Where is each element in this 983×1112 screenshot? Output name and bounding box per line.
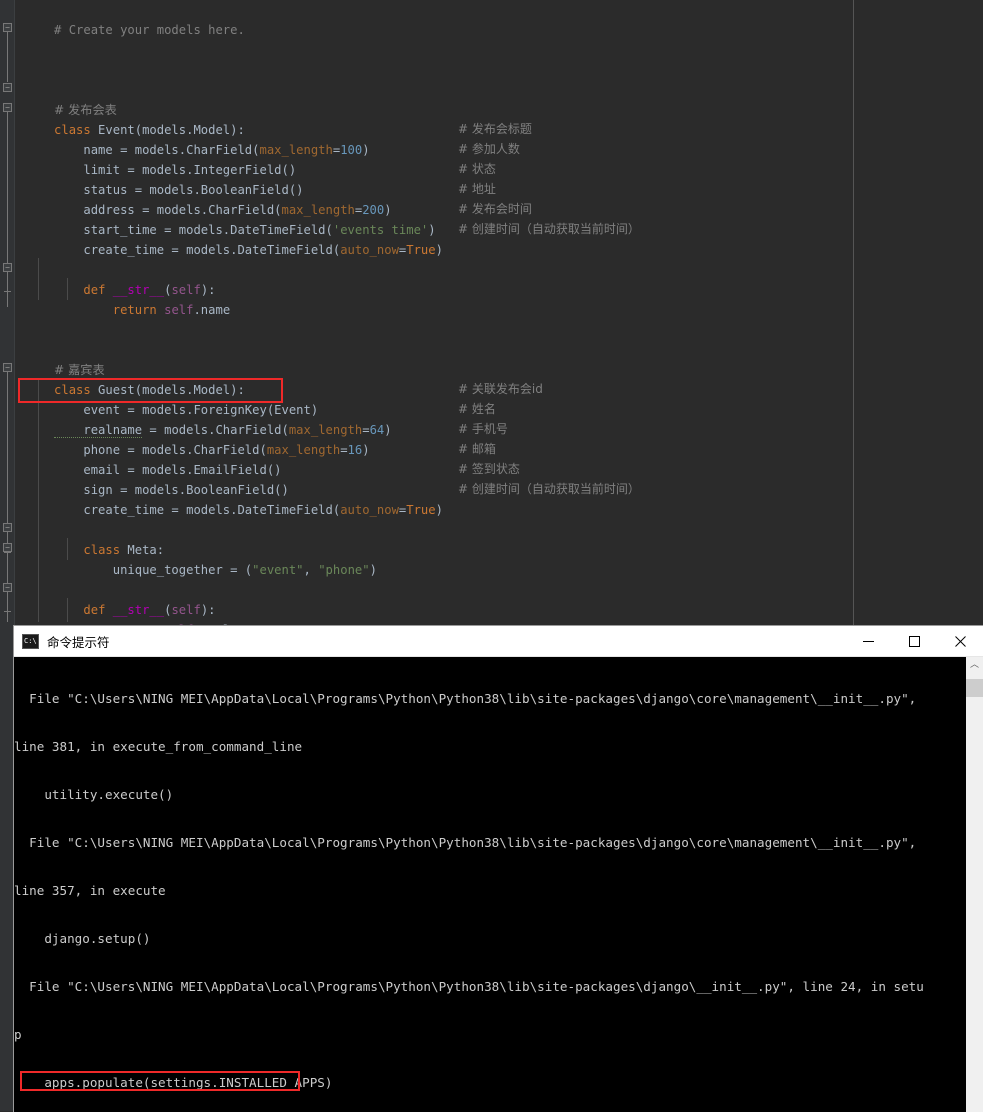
attr-name: .name	[193, 303, 231, 317]
field-create-time: create_time = models.DateTimeField(	[54, 243, 341, 257]
code-line[interactable]: unique_together = ("event", "phone")	[0, 540, 377, 577]
code-line[interactable]: phone = models.CharField(max_length=16)	[0, 420, 369, 457]
paren: )	[384, 423, 392, 437]
console-line: apps.populate(settings.INSTALLED_APPS)	[14, 1075, 333, 1090]
console-line: File "C:\Users\NING MEI\AppData\Local\Pr…	[14, 979, 924, 994]
string-event: "event"	[252, 563, 304, 577]
string-phone: "phone"	[318, 563, 370, 577]
code-line[interactable]: def __str__(self):	[0, 580, 215, 617]
code-line[interactable]: create_time = models.DateTimeField(auto_…	[0, 480, 443, 517]
code-line[interactable]: return self.realname	[0, 600, 260, 626]
console-output-area[interactable]: File "C:\Users\NING MEI\AppData\Local\Pr…	[14, 657, 983, 1112]
scroll-up-arrow-icon[interactable]: ︿	[966, 657, 983, 674]
console-scrollbar[interactable]: ︿	[966, 657, 983, 1112]
window-title: 命令提示符	[47, 634, 110, 650]
side-comment: # 姓名	[458, 400, 496, 417]
code-line[interactable]: start_time = models.DateTimeField('event…	[0, 200, 435, 237]
side-comment-text: # 状态	[458, 162, 496, 176]
code-line[interactable]: realname = models.CharField(max_length=6…	[0, 400, 392, 438]
side-comment: # 手机号	[458, 420, 508, 437]
code-line[interactable]: limit = models.IntegerField()	[0, 140, 296, 177]
side-comment-text: # 参加人数	[458, 142, 520, 156]
close-button[interactable]	[937, 626, 983, 656]
paren: )	[435, 243, 443, 257]
console-line: django.setup()	[14, 931, 151, 946]
code-line[interactable]: # 嘉宾表	[0, 340, 105, 377]
paren: )	[362, 143, 370, 157]
paren: )	[369, 563, 377, 577]
command-prompt-window[interactable]: C:\ 命令提示符 File "C:\Users\NING MEI\AppDat…	[14, 626, 983, 1112]
side-comment-text: # 发布会标题	[458, 122, 532, 136]
cmd-console-icon: C:\	[22, 633, 39, 649]
side-comment-text: # 关联发布会id	[458, 382, 543, 396]
console-line: line 357, in execute	[14, 883, 166, 898]
code-line-text: # Create your models here.	[54, 23, 245, 37]
code-line[interactable]: def __str__(self):	[0, 260, 215, 297]
paren: )	[362, 443, 370, 457]
param-self: self	[164, 303, 194, 317]
scrollbar-thumb[interactable]	[966, 679, 983, 697]
code-line[interactable]: return self.name	[0, 280, 230, 317]
code-line[interactable]: create_time = models.DateTimeField(auto_…	[0, 220, 443, 257]
maximize-button[interactable]	[891, 626, 937, 656]
code-editor-pane[interactable]: # Create your models here. # 发布会表 class …	[0, 0, 983, 626]
code-line[interactable]: class Meta:	[0, 520, 164, 557]
code-line[interactable]: name = models.CharField(max_length=100)	[0, 120, 369, 157]
side-comment-text: # 地址	[458, 182, 496, 196]
side-comment: # 创建时间（自动获取当前时间）	[458, 220, 640, 237]
code-line[interactable]: address = models.CharField(max_length=20…	[0, 180, 391, 217]
code-line[interactable]: # 发布会表	[0, 80, 117, 117]
console-line: File "C:\Users\NING MEI\AppData\Local\Pr…	[14, 835, 917, 850]
side-comment: # 关联发布会id	[458, 380, 543, 397]
traceback-text: File "C:\Users\NING MEI\AppData\Local\Pr…	[14, 659, 979, 1112]
code-line[interactable]: email = models.EmailField()	[0, 440, 281, 477]
code-line[interactable]: event = models.ForeignKey(Event)	[0, 380, 318, 417]
command-prompt-titlebar[interactable]: C:\ 命令提示符	[14, 626, 983, 657]
attr-unique-together: unique_together = (	[54, 563, 253, 577]
code-text[interactable]: # Create your models here. # 发布会表 class …	[0, 0, 983, 626]
side-comment: # 参加人数	[458, 140, 520, 157]
side-comment-text: # 创建时间（自动获取当前时间）	[458, 222, 640, 236]
editor-gutter-strip-behind-console	[0, 626, 14, 1111]
literal-true: True	[406, 243, 436, 257]
side-comment-text: # 发布会时间	[458, 202, 532, 216]
side-comment-text: # 姓名	[458, 402, 496, 416]
equals: =	[340, 443, 348, 457]
number-64: 64	[369, 423, 385, 437]
side-comment-text: # 手机号	[458, 422, 508, 436]
side-comment: # 邮箱	[458, 440, 496, 457]
side-comment: # 签到状态	[458, 460, 520, 477]
console-line: line 381, in execute_from_command_line	[14, 739, 303, 754]
side-comment: # 发布会标题	[458, 120, 532, 137]
kwarg-auto-now: auto_now	[340, 243, 399, 257]
code-line[interactable]: status = models.BooleanField()	[0, 160, 303, 197]
field-create-time: create_time = models.DateTimeField(	[54, 503, 341, 517]
console-line: File "C:\Users\NING MEI\AppData\Local\Pr…	[14, 691, 917, 706]
code-line[interactable]: class Guest(models.Model):	[0, 360, 245, 397]
code-line[interactable]: sign = models.BooleanField()	[0, 460, 288, 497]
side-comment-text: # 邮箱	[458, 442, 496, 456]
code-line[interactable]: # Create your models here.	[0, 0, 245, 37]
side-comment-text: # 创建时间（自动获取当前时间）	[458, 482, 640, 496]
console-line: utility.execute()	[14, 787, 174, 802]
comma: ,	[303, 563, 319, 577]
number-100: 100	[340, 143, 363, 157]
code-line[interactable]: class Event(models.Model):	[0, 100, 245, 137]
minimize-button[interactable]	[845, 626, 891, 656]
keyword-return: return	[112, 303, 157, 317]
literal-true: True	[406, 503, 436, 517]
paren: )	[435, 503, 443, 517]
kwarg-auto-now: auto_now	[340, 503, 399, 517]
side-comment: # 创建时间（自动获取当前时间）	[458, 480, 640, 497]
side-comment: # 地址	[458, 180, 496, 197]
side-comment: # 发布会时间	[458, 200, 532, 217]
number-16: 16	[347, 443, 363, 457]
side-comment-text: # 签到状态	[458, 462, 520, 476]
console-line: p	[14, 1027, 22, 1042]
side-comment: # 状态	[458, 160, 496, 177]
